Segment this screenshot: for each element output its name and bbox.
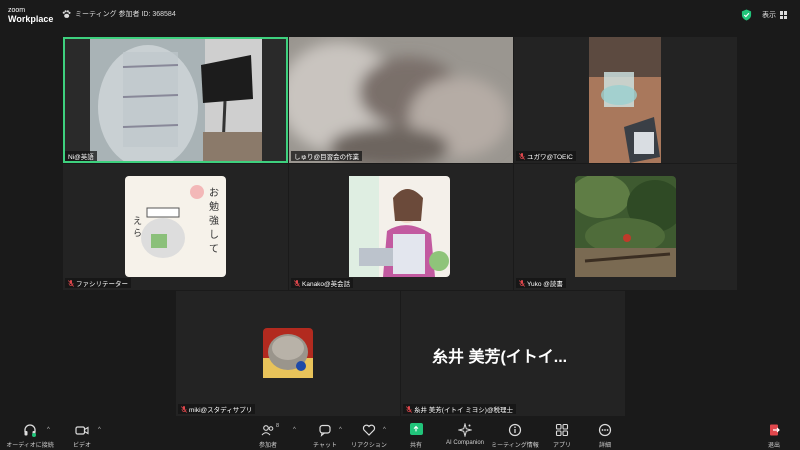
participant-display-name: 糸井 美芳(イトイ... <box>432 349 568 366</box>
svg-text:え: え <box>133 216 142 227</box>
avatar-illustration-kanako <box>349 176 450 277</box>
apps-label: アプリ <box>552 443 571 449</box>
mic-muted-icon <box>181 405 187 413</box>
meeting-info[interactable]: ミーティング 参加者 ID: 368584 <box>62 9 176 19</box>
video-feed-2 <box>289 37 513 163</box>
meeting-info-label: ミーティング情報 <box>491 443 539 449</box>
name-tag-3: ユガワ@TOEIC <box>516 151 576 161</box>
mic-muted-icon <box>519 152 525 160</box>
meeting-id-text: ミーティング 参加者 ID: 368584 <box>75 11 176 18</box>
participants-label: 参加者 <box>258 443 277 449</box>
ai-companion-label: AI Companion <box>445 440 485 446</box>
more-label: 詳細 <box>598 443 611 449</box>
svg-text:て: て <box>209 244 219 255</box>
participant-name: Yuko @読書 <box>527 281 563 288</box>
participant-name: 糸井 美芳(イトイ ミヨシ)@税理士 <box>414 407 514 414</box>
reactions-options-caret[interactable]: ^ <box>383 427 386 433</box>
participant-name: ユガワ@TOEIC <box>527 154 573 161</box>
share-button[interactable]: 共有 <box>389 423 443 449</box>
sparkle-icon <box>458 423 472 437</box>
svg-text:勉: 勉 <box>209 200 219 213</box>
chat-bubble-icon <box>319 424 331 437</box>
video-tile-1[interactable]: Ni@英語 <box>63 37 288 163</box>
more-dots-icon <box>598 423 612 437</box>
top-bar: zoom Workplace ミーティング 参加者 ID: 368584 表示 <box>0 0 800 30</box>
grid-view-icon <box>780 11 788 19</box>
video-label: ビデオ <box>72 443 91 449</box>
name-tag-5: Kanako@英会話 <box>291 278 354 288</box>
participants-options-caret[interactable]: ^ <box>293 427 296 433</box>
zoom-logo: zoom Workplace <box>8 7 54 24</box>
avatar-sticker-study: お 勉 強 し て え ら <box>125 176 226 277</box>
share-screen-icon <box>409 423 423 435</box>
apps-icon <box>555 423 569 437</box>
name-tag-7: miki@スタディサプリ <box>178 404 256 414</box>
paw-icon <box>62 9 71 18</box>
svg-text:し: し <box>209 229 219 241</box>
video-tile-2[interactable]: しゅり@目習会の作業 <box>289 37 513 163</box>
reactions-button[interactable]: リアクション <box>342 423 396 449</box>
mic-muted-icon <box>406 405 412 413</box>
leave-button[interactable]: 退出 <box>747 423 800 449</box>
mic-muted-icon <box>519 279 525 287</box>
reactions-label: リアクション <box>351 443 387 449</box>
svg-text:お: お <box>209 187 219 199</box>
participant-name: しゅり@目習会の作業 <box>294 154 360 161</box>
participants-icon <box>261 425 274 436</box>
leave-icon <box>770 424 780 436</box>
avatar-photo-forest <box>575 176 676 277</box>
name-tag-8: 糸井 美芳(イトイ ミヨシ)@税理士 <box>403 404 517 414</box>
ai-companion-button[interactable]: AI Companion <box>438 423 492 446</box>
meeting-info-button[interactable]: ミーティング情報 <box>488 423 542 449</box>
video-feed-1 <box>90 37 288 163</box>
participants-count: 8 <box>276 423 280 429</box>
video-tile-4[interactable]: お 勉 強 し て え ら ファシリテーター <box>63 164 288 290</box>
svg-text:強: 強 <box>209 214 219 227</box>
heart-icon <box>362 424 376 436</box>
participant-name: Kanako@英会話 <box>302 281 351 288</box>
meeting-toolbar: オーディオに接続 ^ ビデオ ^ 参加者 8 ^ チャット ^ リアクション ^… <box>0 418 800 450</box>
video-tile-3[interactable]: ユガワ@TOEIC <box>514 37 737 163</box>
share-label: 共有 <box>409 443 422 449</box>
view-button[interactable]: 表示 <box>762 10 788 20</box>
video-tile-5[interactable]: Kanako@英会話 <box>289 164 513 290</box>
video-options-caret[interactable]: ^ <box>98 427 101 433</box>
audio-label: オーディオに接続 <box>6 443 54 449</box>
name-tag-4: ファシリテーター <box>65 278 131 288</box>
mic-muted-icon <box>294 279 300 287</box>
view-label: 表示 <box>762 12 776 19</box>
info-icon <box>508 423 522 437</box>
avatar-photo-miki <box>263 328 313 378</box>
svg-text:ら: ら <box>133 228 142 239</box>
video-tile-6[interactable]: Yuko @読書 <box>514 164 737 290</box>
leave-label: 退出 <box>767 443 780 449</box>
name-tag-1: Ni@英語 <box>65 151 97 161</box>
mic-muted-icon <box>68 279 74 287</box>
participant-name: Ni@英語 <box>68 154 94 161</box>
video-tile-7[interactable]: miki@スタディサプリ <box>176 291 400 416</box>
more-button[interactable]: 詳細 <box>578 423 632 449</box>
name-tag-6: Yuko @読書 <box>516 278 566 288</box>
name-tag-2: しゅり@目習会の作業 <box>291 151 363 161</box>
participants-button[interactable]: 参加者 <box>241 423 295 449</box>
video-tile-8[interactable]: 糸井 美芳(イトイ... 糸井 美芳(イトイ ミヨシ)@税理士 <box>401 291 625 416</box>
participant-name: miki@スタディサプリ <box>189 407 253 414</box>
chat-label: チャット <box>313 443 337 449</box>
video-camera-icon <box>75 426 89 435</box>
headphones-icon <box>24 424 36 437</box>
participant-name: ファシリテーター <box>76 281 128 288</box>
video-feed-3 <box>589 37 661 163</box>
encryption-shield-icon[interactable] <box>741 9 752 21</box>
audio-options-caret[interactable]: ^ <box>47 427 50 433</box>
